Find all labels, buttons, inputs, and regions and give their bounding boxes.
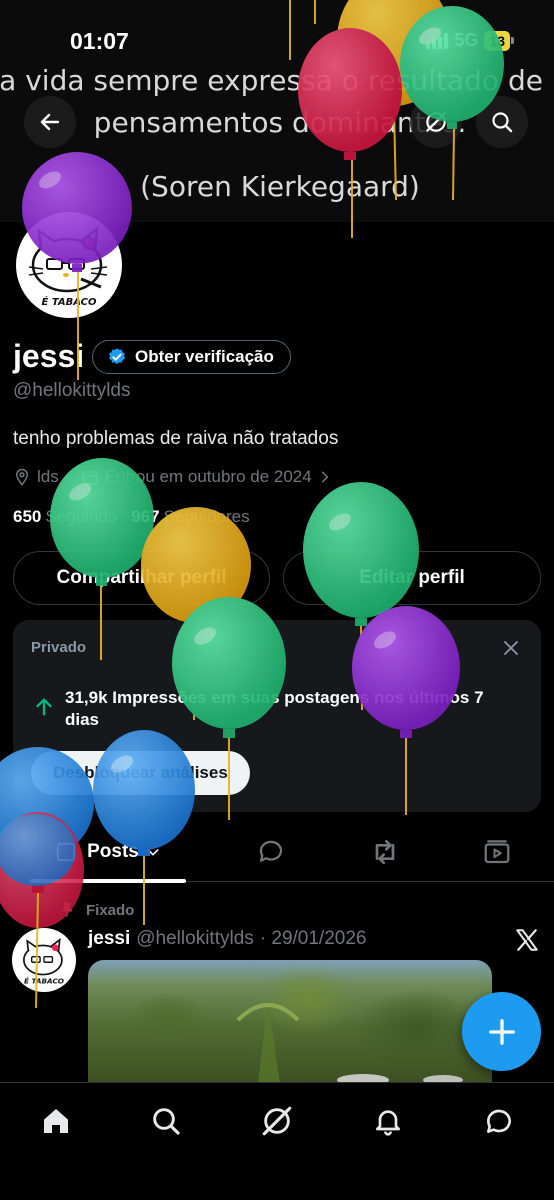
hello-kitty-avatar-icon: É TABACO: [23, 938, 64, 986]
unlock-analytics-button[interactable]: Desbloquear análises: [31, 751, 250, 795]
message-bubble-icon: [487, 1109, 511, 1133]
tab-posts[interactable]: Posts: [30, 822, 186, 883]
status-time: 01:07: [70, 28, 129, 54]
battery-icon: 13: [484, 30, 514, 51]
tab-posts-label: Posts: [87, 841, 139, 862]
banner-quote-line: pensamentos dominantes.: [93, 106, 467, 139]
banner-quote-author: (Soren Kierkegaard): [140, 170, 420, 203]
get-verified-button[interactable]: Obter verificação: [92, 340, 291, 374]
profile-location: lds: [37, 467, 59, 486]
close-card-button[interactable]: [497, 634, 525, 662]
location-pin-icon: [15, 468, 29, 486]
tab-replies[interactable]: [246, 822, 296, 882]
nav-home[interactable]: [36, 1101, 76, 1141]
nav-messages[interactable]: [479, 1101, 519, 1141]
calendar-icon: [82, 471, 98, 485]
profile-bio: tenho problemas de raiva não tratados: [13, 428, 339, 449]
x-logo-icon: [516, 929, 538, 951]
profile-handle: @hellokittylds: [13, 380, 131, 401]
verified-badge-icon: [109, 348, 125, 365]
nav-search[interactable]: [146, 1101, 186, 1141]
tab-media[interactable]: [472, 822, 522, 882]
close-icon: [504, 641, 518, 655]
reply-bubble-icon: [259, 840, 283, 862]
post-author-avatar[interactable]: É TABACO: [12, 928, 76, 992]
bell-icon: [376, 1110, 400, 1136]
avatar-caption: É TABACO: [42, 295, 97, 308]
pin-icon: [61, 902, 73, 917]
arrow-left-icon: [40, 113, 60, 131]
pinned-label: Fixado: [86, 901, 135, 919]
signal-icon: [426, 32, 449, 49]
search-button[interactable]: [476, 96, 528, 148]
grok-icon: [426, 112, 446, 132]
grok-icon: [262, 1106, 292, 1136]
network-label: 5G: [454, 30, 479, 50]
followers-count: 967: [131, 507, 160, 526]
followers-label: Seguidores: [163, 507, 250, 526]
following-label: Seguindo: [45, 507, 118, 526]
post-x-button[interactable]: [514, 927, 540, 958]
repost-icon: [375, 840, 395, 864]
trend-up-icon: [33, 696, 55, 723]
search-icon: [492, 112, 513, 133]
plus-icon: [488, 1018, 515, 1045]
share-profile-button[interactable]: Compartilhar perfil: [13, 551, 270, 605]
profile-avatar[interactable]: É TABACO: [12, 208, 126, 322]
compose-post-button[interactable]: [462, 992, 541, 1071]
bottom-navigation: [0, 1082, 554, 1200]
status-indicators: 5G 13: [426, 30, 514, 51]
grok-button[interactable]: [410, 96, 462, 148]
nav-notifications[interactable]: [368, 1101, 408, 1141]
nav-grok[interactable]: [257, 1101, 297, 1141]
home-icon: [44, 1109, 68, 1133]
pinned-indicator: Fixado: [58, 901, 134, 919]
profile-meta: lds Entrou em outubro de 2024: [13, 467, 332, 487]
hello-kitty-avatar-icon: É TABACO: [28, 226, 108, 308]
post-author-handle[interactable]: @hellokittylds: [136, 928, 254, 950]
banner-quote-line: ssa vida sempre expressa o resultado de …: [0, 64, 554, 97]
posts-tab-icon: [56, 842, 76, 862]
forest-photo: [236, 1000, 463, 1084]
tab-reposts[interactable]: [360, 822, 410, 882]
search-icon: [153, 1108, 180, 1135]
chevron-down-icon: [147, 849, 159, 856]
profile-name: jessi: [13, 338, 85, 374]
post-image[interactable]: [88, 960, 492, 1084]
back-button[interactable]: [24, 96, 76, 148]
following-link[interactable]: 650 Seguindo: [13, 507, 117, 527]
get-verified-label: Obter verificação: [135, 347, 274, 366]
post-date: · 29/01/2026: [259, 928, 367, 949]
following-count: 650: [13, 507, 42, 526]
profile-joined[interactable]: Entrou em outubro de 2024: [105, 467, 312, 487]
impressions-stat: 31,9k Impressões em suas postagens nos ú…: [65, 688, 484, 729]
avatar-caption: É TABACO: [24, 977, 64, 986]
edit-profile-button[interactable]: Editar perfil: [283, 551, 541, 605]
post-author-name[interactable]: jessi: [88, 928, 130, 950]
private-label: Privado: [31, 639, 87, 656]
profile-tabs: Posts: [0, 822, 554, 883]
chevron-right-icon[interactable]: [318, 470, 332, 484]
analytics-card: Privado 31,9k Impressões em suas postage…: [13, 620, 541, 812]
follow-stats: 650 Seguindo 967 Seguidores: [13, 507, 250, 527]
post-header: jessi @hellokittylds · 29/01/2026: [88, 928, 366, 950]
followers-link[interactable]: 967 Seguidores: [131, 507, 249, 527]
battery-level: 13: [484, 30, 510, 51]
video-play-icon: [484, 840, 510, 864]
